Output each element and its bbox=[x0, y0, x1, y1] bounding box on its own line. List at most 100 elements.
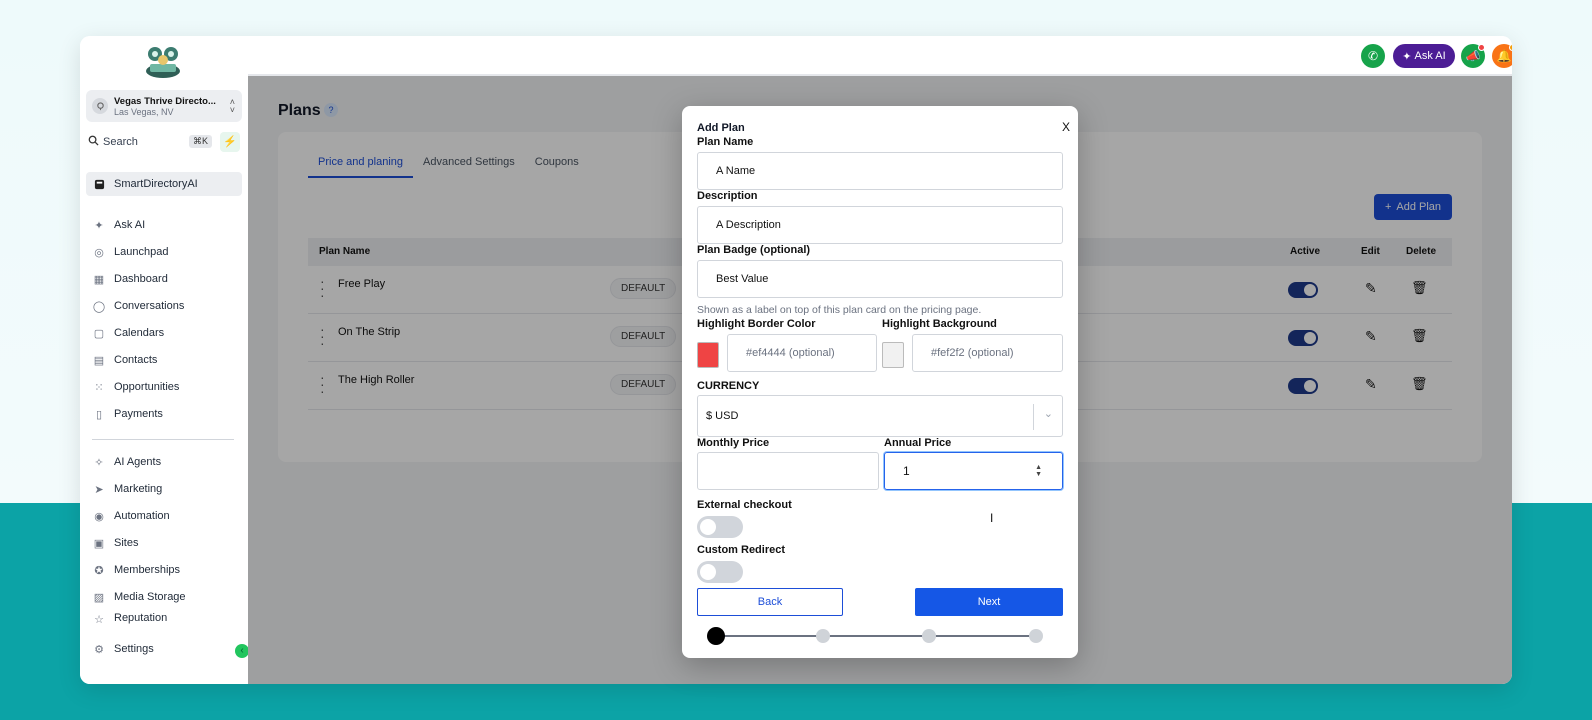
sidebar-item-label: Payments bbox=[114, 408, 163, 420]
sidebar-item-opportunities[interactable]: ⁙ Opportunities bbox=[86, 375, 242, 399]
logo bbox=[142, 44, 184, 80]
plan-name-input[interactable]: A Name bbox=[697, 152, 1063, 190]
progress-stepper bbox=[707, 626, 1050, 646]
monthly-price-input[interactable] bbox=[697, 452, 879, 490]
sidebar-item-label: Dashboard bbox=[114, 273, 168, 285]
sidebar-item-memberships[interactable]: ✪ Memberships bbox=[86, 558, 242, 582]
select-separator bbox=[1033, 404, 1034, 430]
location-switcher[interactable]: Vegas Thrive Directo... Las Vegas, NV ˄ ˅ bbox=[86, 90, 242, 122]
sidebar-item-media-storage[interactable]: ▨ Media Storage bbox=[86, 585, 242, 609]
sidebar-item-label: Calendars bbox=[114, 327, 165, 339]
sidebar-item-label: Launchpad bbox=[114, 246, 169, 258]
phone-icon[interactable]: ✆ bbox=[1361, 44, 1385, 68]
sidebar-item-marketing[interactable]: ➤ Marketing bbox=[86, 477, 242, 501]
search-shortcut: ⌘K bbox=[188, 135, 212, 148]
external-checkout-toggle[interactable] bbox=[697, 516, 743, 538]
sidebar-item-launchpad[interactable]: ◎ Launchpad bbox=[86, 240, 242, 264]
search-label: Search bbox=[103, 136, 138, 148]
automation-icon: ◉ bbox=[94, 510, 104, 523]
back-button[interactable]: Back bbox=[697, 588, 843, 616]
sidebar-divider bbox=[92, 439, 234, 440]
sidebar-item-contacts[interactable]: ▤ Contacts bbox=[86, 348, 242, 372]
sidebar-item-label: Settings bbox=[114, 643, 154, 655]
sidebar-item-calendars[interactable]: ▢ Calendars bbox=[86, 321, 242, 345]
annual-price-input[interactable]: 1 ▲ ▼ bbox=[884, 452, 1063, 490]
star-icon: ☆ bbox=[94, 613, 104, 626]
plan-badge-label: Plan Badge (optional) bbox=[697, 244, 811, 256]
sites-icon: ▣ bbox=[93, 537, 105, 550]
sidebar-account[interactable]: SmartDirectoryAI bbox=[86, 172, 242, 196]
sidebar-item-label: Conversations bbox=[114, 300, 185, 312]
sidebar-item-automation[interactable]: ◉ Automation bbox=[86, 504, 242, 528]
sparkle-icon: ✦ bbox=[94, 219, 104, 232]
sidebar-item-label: Media Storage bbox=[114, 591, 186, 603]
currency-value: $ USD bbox=[706, 410, 739, 422]
add-plan-modal: Add Plan X Plan Name A Name Description … bbox=[682, 106, 1078, 658]
image-icon: ▨ bbox=[93, 591, 105, 604]
sidebar-item-reputation[interactable]: ☆ Reputation bbox=[86, 612, 242, 626]
calendar-icon: ▢ bbox=[93, 327, 105, 340]
step-2-dot bbox=[815, 629, 830, 643]
quick-action-bolt-icon[interactable]: ⚡ bbox=[220, 132, 240, 152]
step-4-dot bbox=[1029, 629, 1043, 643]
bg-color-label: Highlight Background bbox=[882, 318, 997, 330]
border-color-input[interactable]: #ef4444 (optional) bbox=[727, 334, 877, 372]
monthly-price-label: Monthly Price bbox=[697, 437, 770, 449]
gear-icon: ⚙ bbox=[94, 643, 104, 656]
plan-badge-input[interactable]: Best Value bbox=[697, 260, 1063, 298]
sidebar-item-payments[interactable]: ▯ Payments bbox=[86, 402, 242, 426]
bg-color-swatch[interactable] bbox=[882, 342, 904, 368]
sidebar-item-label: Sites bbox=[114, 537, 139, 549]
sidebar-item-label: Automation bbox=[114, 510, 170, 522]
stepper-line bbox=[716, 635, 1036, 637]
next-button[interactable]: Next bbox=[915, 588, 1063, 616]
close-button[interactable]: X bbox=[1062, 120, 1070, 134]
sidebar-item-label: Opportunities bbox=[114, 381, 180, 393]
chevron-down-icon: ⌄ bbox=[1043, 408, 1053, 420]
sidebar: Vegas Thrive Directo... Las Vegas, NV ˄ ˅… bbox=[80, 36, 249, 684]
number-spinner-icon[interactable]: ▲ ▼ bbox=[1035, 464, 1042, 478]
rocket-icon: ◎ bbox=[94, 246, 104, 259]
sidebar-item-ask-ai[interactable]: ✦ Ask AI bbox=[86, 213, 242, 237]
search-button[interactable]: Search ⌘K bbox=[88, 132, 212, 152]
ai-agents-icon: ✧ bbox=[94, 456, 104, 469]
sidebar-item-dashboard[interactable]: ▦ Dashboard bbox=[86, 267, 242, 291]
award-icon: ✪ bbox=[94, 564, 104, 577]
megaphone-icon[interactable]: 📣 bbox=[1461, 44, 1485, 68]
description-input[interactable]: A Description bbox=[697, 206, 1063, 244]
sparkle-icon: ✦ bbox=[1402, 50, 1412, 63]
annual-price-value: 1 bbox=[903, 464, 910, 478]
sidebar-item-sites[interactable]: ▣ Sites bbox=[86, 531, 242, 555]
currency-select[interactable]: $ USD ⌄ bbox=[697, 395, 1063, 437]
external-checkout-label: External checkout bbox=[697, 499, 792, 511]
sidebar-item-label: Ask AI bbox=[114, 219, 146, 231]
sidebar-item-label: AI Agents bbox=[114, 456, 162, 468]
custom-redirect-toggle[interactable] bbox=[697, 561, 743, 583]
text-cursor-icon: I bbox=[990, 511, 994, 525]
account-icon bbox=[92, 177, 106, 191]
bell-icon[interactable]: 🔔 bbox=[1492, 44, 1512, 68]
sidebar-item-settings[interactable]: ⚙ Settings bbox=[86, 637, 242, 661]
step-3-dot bbox=[922, 629, 937, 643]
search-icon bbox=[88, 135, 99, 149]
sidebar-item-conversations[interactable]: ◯ Conversations bbox=[86, 294, 242, 318]
contacts-icon: ▤ bbox=[93, 354, 105, 367]
sidebar-item-label: Memberships bbox=[114, 564, 181, 576]
bg-color-input[interactable]: #fef2f2 (optional) bbox=[912, 334, 1063, 372]
top-header: ✆ ✦ Ask AI 📣 🔔 ? TG bbox=[248, 36, 1512, 76]
opportunities-icon: ⁙ bbox=[94, 381, 104, 394]
grid-icon: ▦ bbox=[93, 273, 105, 286]
currency-label: CURRENCY bbox=[697, 380, 760, 392]
chevron-updown-icon: ˄ ˅ bbox=[229, 97, 235, 115]
sidebar-item-ai-agents[interactable]: ✧ AI Agents bbox=[86, 450, 242, 474]
collapse-sidebar-icon[interactable]: ‹ bbox=[235, 644, 249, 658]
receipt-icon: ▯ bbox=[95, 408, 103, 421]
ask-ai-button[interactable]: ✦ Ask AI bbox=[1393, 44, 1455, 68]
border-color-label: Highlight Border Color bbox=[697, 318, 816, 330]
sidebar-item-label: Reputation bbox=[114, 612, 168, 624]
border-color-swatch[interactable] bbox=[697, 342, 719, 368]
send-icon: ➤ bbox=[94, 483, 104, 496]
modal-title: Add Plan bbox=[697, 122, 745, 134]
annual-price-label: Annual Price bbox=[884, 437, 952, 449]
custom-redirect-label: Custom Redirect bbox=[697, 544, 786, 556]
